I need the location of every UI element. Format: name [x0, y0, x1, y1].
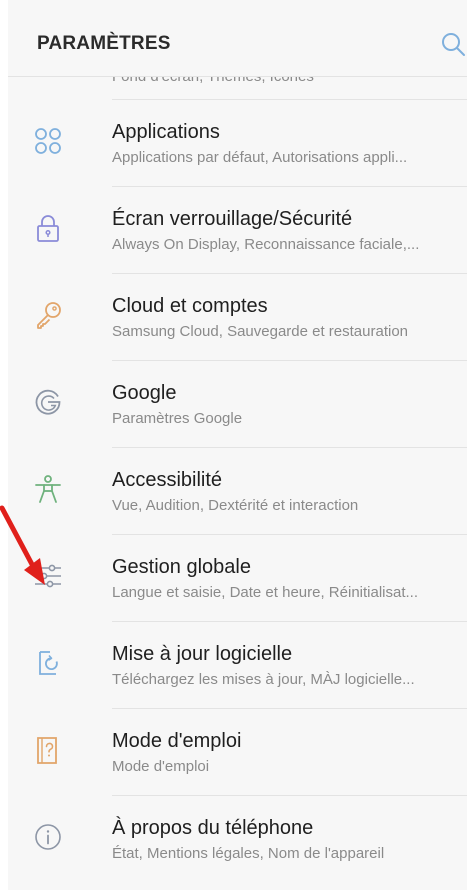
settings-item-subtitle: Always On Display, Reconnaissance facial…	[112, 236, 420, 253]
settings-item-subtitle: Vue, Audition, Dextérité et interaction	[112, 497, 359, 514]
settings-item-accessibility[interactable]: Accessibilité Vue, Audition, Dextérité e…	[8, 448, 467, 535]
settings-item-subtitle: Applications par défaut, Autorisations a…	[112, 149, 408, 166]
apps-grid-icon	[32, 125, 64, 157]
settings-item-google[interactable]: Google Paramètres Google	[8, 361, 467, 448]
settings-item-title: Écran verrouillage/Sécurité	[112, 208, 353, 230]
settings-item-cloud-accounts[interactable]: Cloud et comptes Samsung Cloud, Sauvegar…	[8, 274, 467, 361]
google-icon	[32, 386, 64, 418]
info-icon	[32, 821, 64, 853]
lock-icon	[32, 212, 64, 244]
settings-list: Applications Applications par défaut, Au…	[8, 100, 467, 883]
settings-item-title: Applications	[112, 121, 220, 143]
settings-item-title: Mise à jour logicielle	[112, 643, 293, 665]
settings-item-subtitle: État, Mentions légales, Nom de l'apparei…	[112, 845, 385, 862]
settings-item-title: À propos du téléphone	[112, 817, 314, 839]
settings-item-title: Mode d'emploi	[112, 730, 242, 752]
settings-item-subtitle: Mode d'emploi	[112, 758, 210, 775]
header-bar: PARAMÈTRES	[8, 0, 467, 77]
settings-item-subtitle: Langue et saisie, Date et heure, Réiniti…	[112, 584, 419, 601]
settings-item-about-phone[interactable]: À propos du téléphone État, Mentions lég…	[8, 796, 467, 883]
settings-item-title: Gestion globale	[112, 556, 251, 578]
settings-screen: PARAMÈTRES Fond d'écran, Thèmes, Icônes …	[8, 0, 467, 890]
search-button[interactable]	[439, 30, 467, 58]
settings-item-subtitle: Paramètres Google	[112, 410, 243, 427]
settings-item-general-management[interactable]: Gestion globale Langue et saisie, Date e…	[8, 535, 467, 622]
settings-item-lock-screen-security[interactable]: Écran verrouillage/Sécurité Always On Di…	[8, 187, 467, 274]
settings-item-user-manual[interactable]: Mode d'emploi Mode d'emploi	[8, 709, 467, 796]
settings-item-title: Accessibilité	[112, 469, 223, 491]
list-item-subtitle: Fond d'écran, Thèmes, Icônes	[112, 76, 314, 85]
key-icon	[32, 299, 64, 331]
page-title: PARAMÈTRES	[37, 33, 171, 54]
user-manual-icon	[32, 734, 64, 766]
settings-item-applications[interactable]: Applications Applications par défaut, Au…	[8, 100, 467, 187]
settings-item-software-update[interactable]: Mise à jour logicielle Téléchargez les m…	[8, 622, 467, 709]
settings-item-title: Cloud et comptes	[112, 295, 268, 317]
settings-item-subtitle: Téléchargez les mises à jour, MÀJ logici…	[112, 671, 415, 688]
settings-item-subtitle: Samsung Cloud, Sauvegarde et restauratio…	[112, 323, 409, 340]
settings-item-title: Google	[112, 382, 177, 404]
search-icon	[442, 33, 465, 56]
annotation-arrow-icon	[0, 505, 45, 585]
list-item-partial[interactable]: Fond d'écran, Thèmes, Icônes	[112, 76, 467, 100]
software-update-icon	[32, 647, 64, 679]
